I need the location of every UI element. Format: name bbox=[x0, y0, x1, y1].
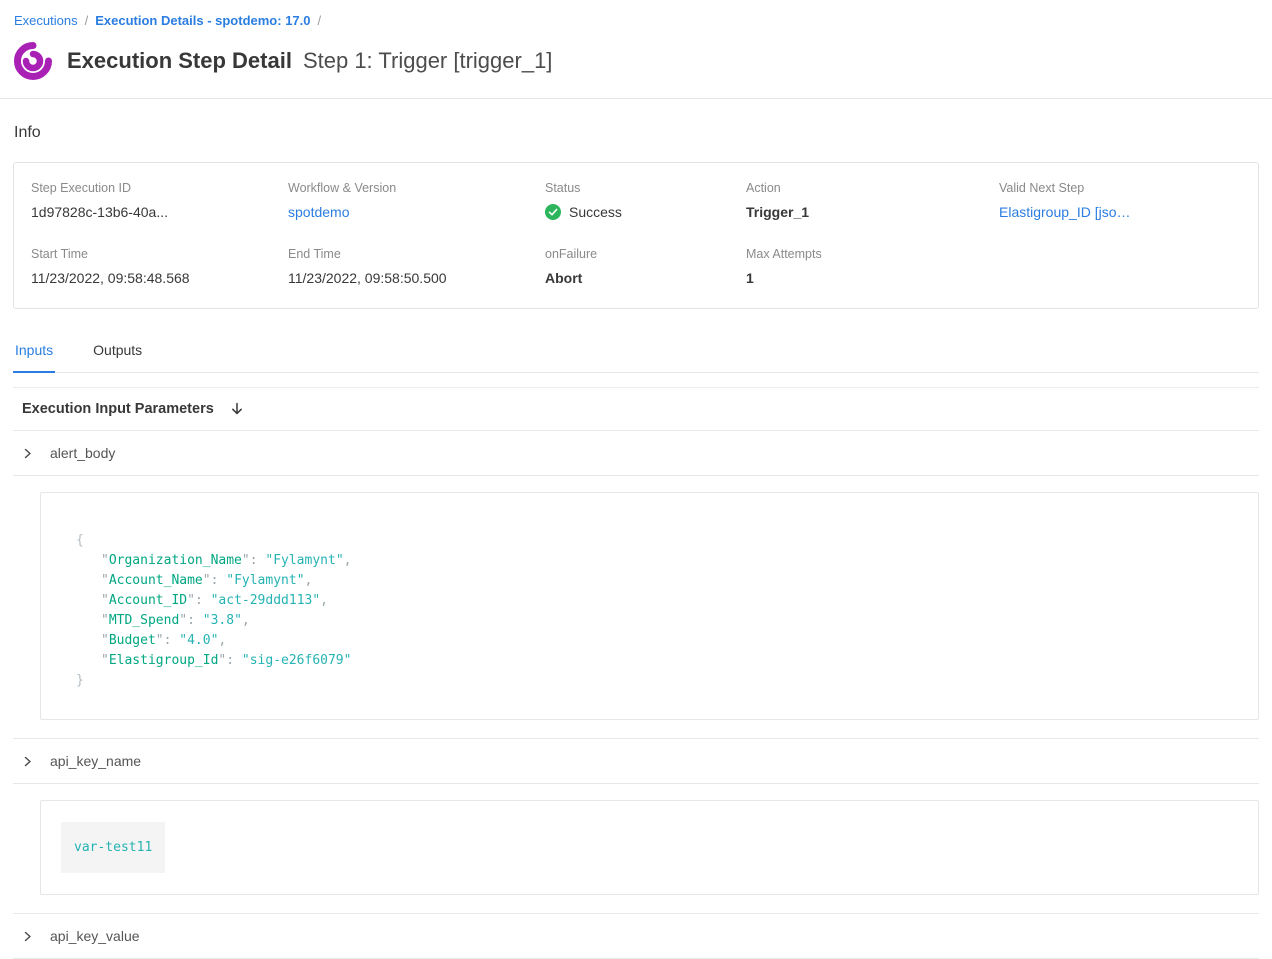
param-row-alert-body[interactable]: alert_body bbox=[13, 431, 1259, 476]
api-key-name-value-box: var-test11 bbox=[40, 800, 1259, 895]
breadcrumb-separator: / bbox=[85, 13, 89, 28]
workflow-link[interactable]: spotdemo bbox=[288, 204, 545, 220]
chevron-right-icon bbox=[22, 931, 33, 942]
json-key: Organization_Name bbox=[109, 553, 242, 568]
success-check-icon bbox=[545, 204, 561, 220]
field-onfailure: onFailure Abort bbox=[545, 247, 746, 286]
breadcrumb: Executions / Execution Details - spotdemo:… bbox=[0, 0, 1272, 32]
field-value: 1d97828c-13b6-40a... bbox=[31, 204, 288, 220]
field-valid-next-step: Valid Next Step Elastigroup_ID [jso… bbox=[999, 181, 1241, 220]
json-value: 4.0 bbox=[187, 633, 210, 648]
field-workflow-version: Workflow & Version spotdemo bbox=[288, 181, 545, 220]
page-subtitle: Step 1: Trigger [trigger_1] bbox=[303, 48, 552, 74]
json-line: "Elastigroup_Id": "sig-e26f6079" bbox=[76, 651, 1238, 671]
field-max-attempts: Max Attempts 1 bbox=[746, 247, 999, 286]
field-label: onFailure bbox=[545, 247, 746, 261]
chevron-right-icon bbox=[22, 756, 33, 767]
json-line: "Account_ID": "act-29ddd113", bbox=[76, 591, 1238, 611]
json-line: "Budget": "4.0", bbox=[76, 631, 1238, 651]
json-code: { "Organization_Name": "Fylamynt", "Acco… bbox=[41, 493, 1258, 719]
json-close-brace: } bbox=[76, 671, 1238, 691]
json-key: Budget bbox=[109, 633, 156, 648]
json-line: "MTD_Spend": "3.8", bbox=[76, 611, 1238, 631]
fylamynt-logo-icon bbox=[14, 42, 52, 80]
info-section-title: Info bbox=[13, 99, 1259, 162]
field-label: Action bbox=[746, 181, 999, 195]
breadcrumb-link-execution-details[interactable]: Execution Details - spotdemo: 17.0 bbox=[95, 13, 310, 28]
field-value: 11/23/2022, 09:58:50.500 bbox=[288, 270, 545, 286]
field-label: Start Time bbox=[31, 247, 288, 261]
param-name: api_key_value bbox=[50, 928, 140, 944]
field-label: Workflow & Version bbox=[288, 181, 545, 195]
tab-bar: Inputs Outputs bbox=[13, 331, 1259, 373]
json-line: "Account_Name": "Fylamynt", bbox=[76, 571, 1238, 591]
param-name: api_key_name bbox=[50, 753, 141, 769]
field-label: Step Execution ID bbox=[31, 181, 288, 195]
param-row-api-key-name[interactable]: api_key_name bbox=[13, 738, 1259, 784]
json-key: MTD_Spend bbox=[109, 613, 179, 628]
field-label: Valid Next Step bbox=[999, 181, 1241, 195]
params-header: Execution Input Parameters bbox=[13, 387, 1259, 431]
breadcrumb-separator: / bbox=[318, 13, 322, 28]
field-label: Status bbox=[545, 181, 746, 195]
json-value: act-29ddd113 bbox=[218, 593, 312, 608]
next-step-link[interactable]: Elastigroup_ID [jso… bbox=[999, 204, 1241, 220]
json-value: 3.8 bbox=[211, 613, 234, 628]
json-key: Account_ID bbox=[109, 593, 187, 608]
params-header-title: Execution Input Parameters bbox=[22, 401, 214, 417]
api-key-name-value: var-test11 bbox=[61, 822, 165, 873]
json-code-block: { "Organization_Name": "Fylamynt", "Acco… bbox=[40, 492, 1259, 720]
tab-inputs[interactable]: Inputs bbox=[13, 331, 55, 373]
status-badge: Success bbox=[545, 204, 746, 220]
field-step-execution-id: Step Execution ID 1d97828c-13b6-40a... bbox=[31, 181, 288, 220]
chevron-right-icon bbox=[22, 448, 33, 459]
json-value: sig-e26f6079 bbox=[250, 653, 344, 668]
field-label: End Time bbox=[288, 247, 545, 261]
page-header: Execution Step Detail Step 1: Trigger [t… bbox=[0, 32, 1272, 99]
info-section: Info Step Execution ID 1d97828c-13b6-40a… bbox=[13, 99, 1259, 309]
field-start-time: Start Time 11/23/2022, 09:58:48.568 bbox=[31, 247, 288, 286]
json-open-brace: { bbox=[76, 531, 1238, 551]
field-end-time: End Time 11/23/2022, 09:58:50.500 bbox=[288, 247, 545, 286]
field-value: Trigger_1 bbox=[746, 204, 999, 220]
empty-cell bbox=[999, 247, 1241, 286]
field-action: Action Trigger_1 bbox=[746, 181, 999, 220]
tab-outputs[interactable]: Outputs bbox=[91, 331, 144, 372]
json-key: Account_Name bbox=[109, 573, 203, 588]
param-name: alert_body bbox=[50, 445, 115, 461]
status-text: Success bbox=[569, 204, 622, 220]
json-line: "Organization_Name": "Fylamynt", bbox=[76, 551, 1238, 571]
info-card: Step Execution ID 1d97828c-13b6-40a... W… bbox=[13, 162, 1259, 309]
json-value: Fylamynt bbox=[234, 573, 297, 588]
json-key: Elastigroup_Id bbox=[109, 653, 219, 668]
param-row-api-key-value[interactable]: api_key_value bbox=[13, 913, 1259, 959]
breadcrumb-link-executions[interactable]: Executions bbox=[14, 13, 78, 28]
page-title: Execution Step Detail bbox=[67, 48, 292, 74]
field-status: Status Success bbox=[545, 181, 746, 220]
field-value: Abort bbox=[545, 270, 746, 286]
title-group: Execution Step Detail Step 1: Trigger [t… bbox=[67, 48, 552, 74]
field-value: 1 bbox=[746, 270, 999, 286]
arrow-down-icon[interactable] bbox=[230, 402, 244, 416]
json-value: Fylamynt bbox=[273, 553, 336, 568]
field-label: Max Attempts bbox=[746, 247, 999, 261]
field-value: 11/23/2022, 09:58:48.568 bbox=[31, 270, 288, 286]
